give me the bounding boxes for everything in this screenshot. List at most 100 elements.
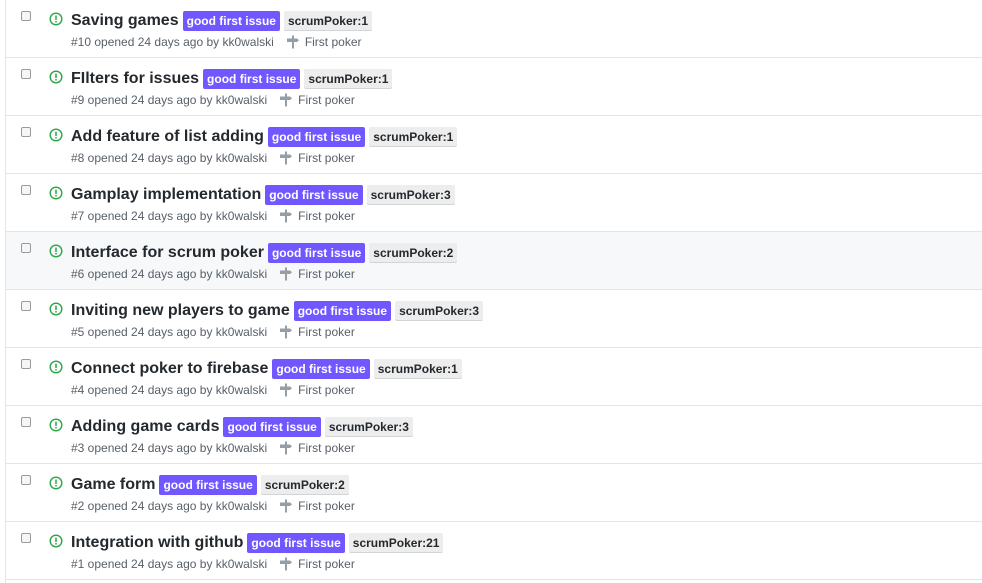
label-good-first-issue[interactable]: good first issue <box>182 11 280 31</box>
issue-meta: #2 opened 24 days ago by kk0walski <box>71 499 268 513</box>
issue-row[interactable]: Gamplay implementation good first issue … <box>6 174 982 232</box>
label-scrum-poker[interactable]: scrumPoker:1 <box>283 11 372 31</box>
issue-title-link[interactable]: FIlters for issues <box>71 70 199 88</box>
label-scrum-poker[interactable]: scrumPoker:3 <box>395 301 484 321</box>
milestone-icon <box>280 557 293 571</box>
label-good-first-issue[interactable]: good first issue <box>247 533 345 553</box>
label-good-first-issue[interactable]: good first issue <box>293 301 392 321</box>
milestone-icon <box>280 441 293 455</box>
milestone-label: First poker <box>298 557 355 571</box>
issue-title-link[interactable]: Inviting new players to game <box>71 302 290 320</box>
milestone-link[interactable]: First poker <box>279 209 355 223</box>
issue-opened-icon <box>49 476 63 490</box>
issue-row[interactable]: Saving games good first issue scrumPoker… <box>6 0 982 58</box>
issue-meta: #8 opened 24 days ago by kk0walski <box>71 151 268 165</box>
issue-title-link[interactable]: Game form <box>71 476 155 494</box>
select-checkbox[interactable] <box>21 417 31 427</box>
select-checkbox[interactable] <box>21 359 31 369</box>
milestone-label: First poker <box>298 267 355 281</box>
issues-list: Saving games good first issue scrumPoker… <box>5 0 982 583</box>
issue-meta: #1 opened 24 days ago by kk0walski <box>71 557 268 571</box>
milestone-icon <box>280 325 293 339</box>
milestone-link[interactable]: First poker <box>286 35 362 49</box>
milestone-label: First poker <box>304 35 362 49</box>
issue-title-link[interactable]: Connect poker to firebase <box>71 360 268 378</box>
milestone-link[interactable]: First poker <box>279 499 355 513</box>
issue-title-link[interactable]: Saving games <box>71 12 179 30</box>
milestone-link[interactable]: First poker <box>279 93 355 107</box>
milestone-label: First poker <box>298 151 355 165</box>
label-scrum-poker[interactable]: scrumPoker:1 <box>373 359 462 379</box>
issue-title-link[interactable]: Integration with github <box>71 534 243 552</box>
issue-row[interactable]: FIlters for issues good first issue scru… <box>6 58 982 116</box>
issue-opened-icon <box>49 186 63 200</box>
select-checkbox[interactable] <box>21 127 31 137</box>
milestone-label: First poker <box>298 383 355 397</box>
issue-meta: #3 opened 24 days ago by kk0walski <box>71 441 268 455</box>
milestone-icon <box>280 499 293 513</box>
issue-row[interactable]: Add feature of list adding good first is… <box>6 116 982 174</box>
issue-row[interactable]: Inviting new players to game good first … <box>6 290 982 348</box>
select-checkbox[interactable] <box>21 185 31 195</box>
issue-row[interactable]: Adding game cards good first issue scrum… <box>6 406 982 464</box>
label-scrum-poker[interactable]: scrumPoker:21 <box>348 533 444 553</box>
issue-opened-icon <box>49 128 63 142</box>
issue-opened-icon <box>49 360 63 374</box>
milestone-icon <box>280 209 293 223</box>
label-scrum-poker[interactable]: scrumPoker:3 <box>366 185 455 205</box>
issue-meta: #7 opened 24 days ago by kk0walski <box>71 209 268 223</box>
label-scrum-poker[interactable]: scrumPoker:2 <box>369 243 458 263</box>
issue-meta: #6 opened 24 days ago by kk0walski <box>71 267 268 281</box>
milestone-icon <box>280 151 293 165</box>
milestone-icon <box>280 267 293 281</box>
milestone-label: First poker <box>298 93 355 107</box>
milestone-icon <box>280 383 293 397</box>
milestone-link[interactable]: First poker <box>279 383 355 397</box>
select-checkbox[interactable] <box>21 69 31 79</box>
label-good-first-issue[interactable]: good first issue <box>223 417 321 437</box>
issue-row[interactable]: Connect poker to firebase good first iss… <box>6 348 982 406</box>
issue-title-link[interactable]: Interface for scrum poker <box>71 244 264 262</box>
label-good-first-issue[interactable]: good first issue <box>159 475 257 495</box>
issue-row[interactable]: Interface for scrum poker good first iss… <box>6 232 982 290</box>
label-scrum-poker[interactable]: scrumPoker:2 <box>260 475 349 495</box>
select-checkbox[interactable] <box>21 533 31 543</box>
select-checkbox[interactable] <box>21 243 31 253</box>
label-scrum-poker[interactable]: scrumPoker:1 <box>369 127 458 147</box>
issue-title-link[interactable]: Adding game cards <box>71 418 219 436</box>
milestone-icon <box>286 35 299 49</box>
issue-opened-icon <box>49 302 63 316</box>
issue-row[interactable]: Integration with github good first issue… <box>6 522 982 580</box>
label-good-first-issue[interactable]: good first issue <box>267 243 366 263</box>
issue-meta: #5 opened 24 days ago by kk0walski <box>71 325 268 339</box>
select-checkbox[interactable] <box>21 475 31 485</box>
label-good-first-issue[interactable]: good first issue <box>265 185 363 205</box>
issue-opened-icon <box>49 534 63 548</box>
milestone-link[interactable]: First poker <box>279 325 355 339</box>
issue-meta: #9 opened 24 days ago by kk0walski <box>71 93 268 107</box>
label-scrum-poker[interactable]: scrumPoker:3 <box>324 417 413 437</box>
issue-title-link[interactable]: Add feature of list adding <box>71 128 264 146</box>
milestone-label: First poker <box>298 325 355 339</box>
issue-opened-icon <box>49 70 63 84</box>
select-checkbox[interactable] <box>21 301 31 311</box>
issue-opened-icon <box>49 418 63 432</box>
label-good-first-issue[interactable]: good first issue <box>267 127 366 147</box>
issue-title-link[interactable]: Gamplay implementation <box>71 186 261 204</box>
label-good-first-issue[interactable]: good first issue <box>203 69 301 89</box>
select-checkbox[interactable] <box>21 11 31 21</box>
milestone-link[interactable]: First poker <box>279 267 355 281</box>
label-good-first-issue[interactable]: good first issue <box>272 359 370 379</box>
milestone-label: First poker <box>298 441 355 455</box>
milestone-link[interactable]: First poker <box>279 441 355 455</box>
milestone-link[interactable]: First poker <box>279 151 355 165</box>
milestone-link[interactable]: First poker <box>279 557 355 571</box>
milestone-label: First poker <box>298 209 355 223</box>
issue-row[interactable]: Game form good first issue scrumPoker:2 … <box>6 464 982 522</box>
milestone-label: First poker <box>298 499 355 513</box>
issue-meta: #10 opened 24 days ago by kk0walski <box>71 35 274 49</box>
label-scrum-poker[interactable]: scrumPoker:1 <box>304 69 393 89</box>
issue-opened-icon <box>49 12 63 26</box>
issue-meta: #4 opened 24 days ago by kk0walski <box>71 383 268 397</box>
milestone-icon <box>280 93 293 107</box>
